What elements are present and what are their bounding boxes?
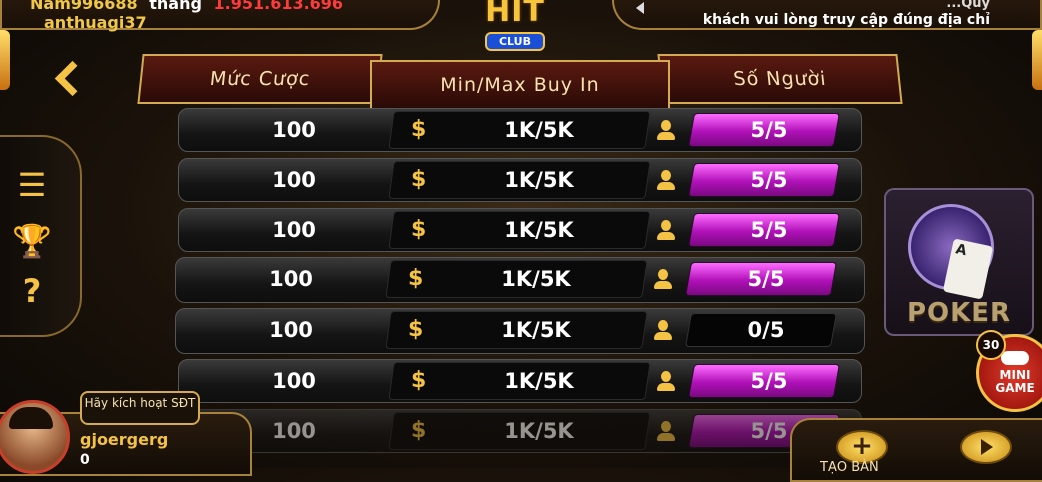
- notice-banner: ...Quý khách vui lòng truy cập đúng địa …: [612, 0, 1042, 30]
- person-icon: [655, 420, 677, 442]
- left-side-menu: ☰ 🏆 ?: [0, 135, 82, 337]
- win-ticker: Nam996688 thắng 1.951.613.696 anthuagi37: [0, 0, 440, 32]
- back-arrow-icon[interactable]: [52, 60, 92, 100]
- row-seats: 5/5: [750, 168, 788, 192]
- table-row[interactable]: 100 $ 1K/5K 5/5: [178, 208, 862, 252]
- trophy-icon[interactable]: 🏆: [12, 221, 52, 261]
- logo-sub: CLUB: [484, 32, 545, 51]
- gamepad-icon: [1001, 351, 1029, 365]
- row-buyin: 1K/5K: [504, 369, 574, 393]
- row-bet: 100: [272, 118, 316, 142]
- row-bet: 100: [269, 318, 313, 342]
- table-row[interactable]: 100 $ 1K/5K 5/5: [178, 409, 862, 453]
- dollar-icon: $: [408, 266, 424, 291]
- ticker-verb: thắng: [149, 0, 202, 13]
- ticker-username-2: anthuagi37: [44, 13, 147, 32]
- row-bet: 100: [272, 419, 316, 443]
- mini-game-badge: 30: [976, 330, 1006, 360]
- header-buyin: Min/Max Buy In: [370, 60, 670, 110]
- row-buyin: 1K/5K: [501, 267, 571, 291]
- table-row[interactable]: 100 $ 1K/5K 5/5: [178, 359, 862, 403]
- dollar-icon: $: [408, 317, 424, 342]
- table-row[interactable]: 100 $ 1K/5K 0/5: [175, 308, 865, 354]
- left-decoration: [0, 30, 10, 90]
- row-buyin: 1K/5K: [504, 218, 574, 242]
- row-bet: 100: [272, 218, 316, 242]
- person-icon: [655, 370, 677, 392]
- username: gjoergerg: [80, 430, 169, 449]
- person-icon: [655, 169, 677, 191]
- dollar-icon: $: [411, 217, 427, 242]
- header-bet: Mức Cược: [137, 54, 383, 104]
- row-bet: 100: [272, 168, 316, 192]
- right-decoration: [1032, 30, 1042, 90]
- row-buyin: 1K/5K: [504, 419, 574, 443]
- notice-line-2: khách vui lòng truy cập đúng địa chỉ: [702, 12, 990, 28]
- user-balance: 0: [80, 452, 90, 468]
- ticker-username: Nam996688: [30, 0, 138, 13]
- header-players: Số Người: [657, 54, 903, 104]
- ticker-amount: 1.951.613.696: [213, 0, 344, 13]
- hit-club-logo: HIT CLUB: [476, 0, 554, 51]
- person-icon: [655, 219, 677, 241]
- table-row[interactable]: 100 $ 1K/5K 5/5: [175, 257, 865, 303]
- logo-main: HIT: [485, 0, 545, 29]
- table-row[interactable]: 100 $ 1K/5K 5/5: [178, 158, 862, 202]
- dollar-icon: $: [411, 368, 427, 393]
- dollar-icon: $: [411, 117, 427, 142]
- poker-game-tile[interactable]: A POKER: [884, 188, 1034, 336]
- table-row[interactable]: 100 $ 1K/5K 5/5: [178, 108, 862, 152]
- row-buyin: 1K/5K: [504, 168, 574, 192]
- row-seats: 5/5: [750, 218, 788, 242]
- row-seats: 0/5: [747, 318, 785, 342]
- row-bet: 100: [269, 267, 313, 291]
- row-seats: 5/5: [750, 369, 788, 393]
- poker-label: POKER: [906, 298, 1012, 328]
- row-bet: 100: [272, 369, 316, 393]
- person-icon: [652, 319, 674, 341]
- notice-line-1: ...Quý: [946, 0, 990, 11]
- create-table-button[interactable]: [836, 430, 888, 464]
- row-buyin: 1K/5K: [501, 318, 571, 342]
- dollar-icon: $: [411, 167, 427, 192]
- dollar-icon: $: [411, 418, 427, 443]
- row-buyin: 1K/5K: [504, 118, 574, 142]
- row-seats: 5/5: [750, 118, 788, 142]
- activate-phone-button[interactable]: Hãy kích hoạt SĐT: [80, 391, 200, 425]
- help-icon[interactable]: ?: [12, 271, 52, 311]
- person-icon: [655, 119, 677, 141]
- person-icon: [652, 268, 674, 290]
- play-now-button[interactable]: [960, 430, 1012, 464]
- mini-game-label-2: GAME: [995, 381, 1035, 395]
- document-icon[interactable]: ☰: [12, 165, 52, 205]
- row-seats: 5/5: [747, 267, 785, 291]
